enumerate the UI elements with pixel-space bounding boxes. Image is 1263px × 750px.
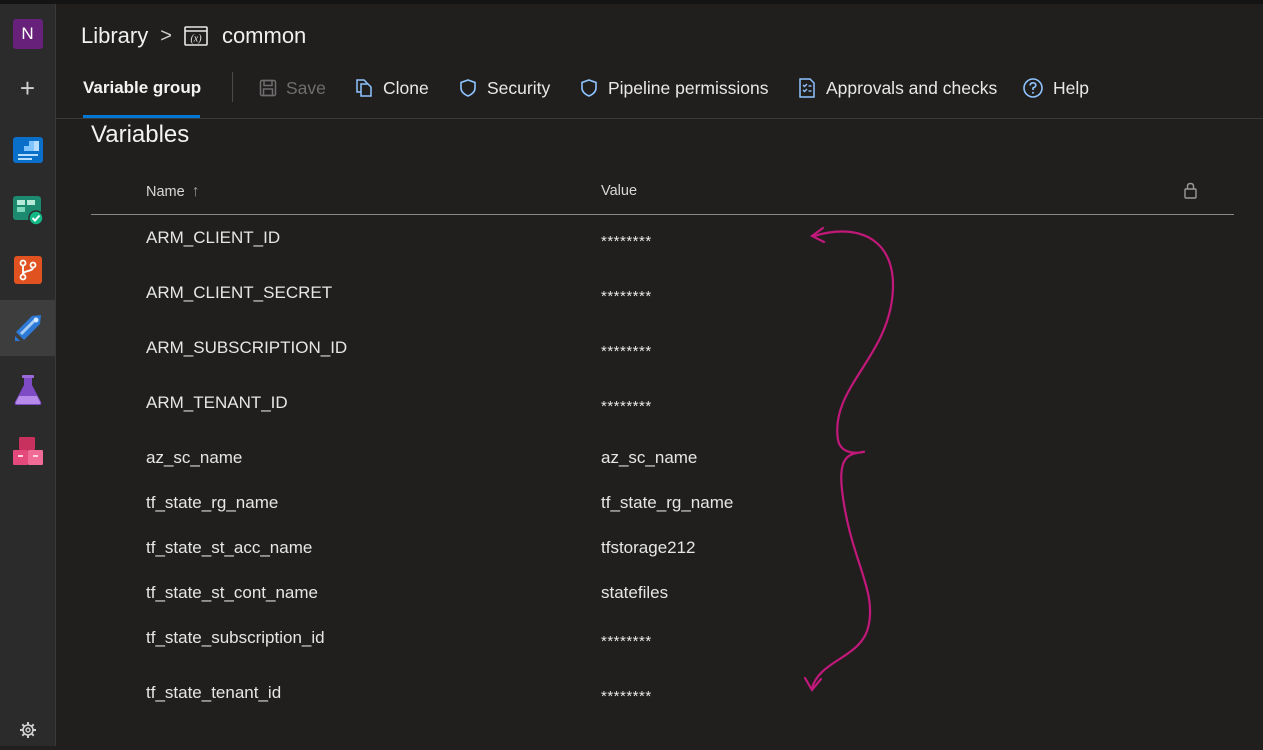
- value-column-header: Value: [601, 183, 637, 199]
- variable-name-cell: tf_state_rg_name: [146, 493, 279, 512]
- organization-avatar: N: [12, 19, 43, 49]
- breadcrumb: Library > (x) common: [81, 21, 306, 51]
- nav-overview[interactable]: [0, 122, 55, 178]
- name-column-header[interactable]: Name ↑: [146, 183, 200, 201]
- save-icon: [259, 79, 277, 97]
- variable-name-cell: ARM_CLIENT_SECRET: [146, 283, 333, 302]
- secret-value-cell: ********: [601, 688, 652, 705]
- table-row[interactable]: tf_state_subscription_id ********: [91, 626, 1234, 666]
- secret-value-cell: ********: [601, 633, 652, 650]
- plus-icon: +: [19, 73, 36, 103]
- tab-variable-group[interactable]: Variable group: [83, 78, 201, 98]
- clone-icon: [356, 79, 372, 97]
- variable-value-cell: tfstorage212: [601, 538, 696, 557]
- nav-boards[interactable]: [0, 182, 55, 238]
- value-header-label: Value: [601, 183, 638, 199]
- table-row[interactable]: tf_state_rg_name tf_state_rg_name: [91, 491, 1234, 531]
- help-icon: [1023, 78, 1043, 98]
- organization-button[interactable]: N: [0, 6, 55, 62]
- gear-icon: [19, 722, 36, 738]
- variable-name-cell: tf_state_tenant_id: [146, 683, 282, 702]
- name-header-label: Name: [146, 184, 185, 200]
- variable-group-icon: (x): [184, 26, 208, 46]
- variable-name-cell: tf_state_st_acc_name: [146, 538, 313, 557]
- active-tab-indicator: [83, 115, 200, 118]
- table-row[interactable]: ARM_CLIENT_ID ********: [91, 226, 1234, 266]
- variable-name-cell: tf_state_st_cont_name: [146, 583, 319, 602]
- secret-value-cell: ********: [601, 233, 652, 250]
- test-plans-icon: [14, 375, 41, 405]
- help-label: Help: [1053, 77, 1089, 98]
- nav-test-plans[interactable]: [0, 362, 55, 418]
- pipeline-permissions-label: Pipeline permissions: [608, 77, 769, 98]
- table-row[interactable]: az_sc_name az_sc_name: [91, 446, 1234, 486]
- clone-label: Clone: [383, 77, 429, 98]
- variables-title: Variables: [91, 121, 190, 148]
- new-item-button[interactable]: +: [0, 60, 55, 116]
- shield-icon: [581, 79, 597, 97]
- checklist-icon: [799, 78, 815, 98]
- window-top-edge: [0, 0, 1263, 4]
- breadcrumb-library-link[interactable]: Library: [81, 23, 148, 49]
- security-label: Security: [487, 77, 551, 98]
- secret-value-cell: ********: [601, 288, 652, 305]
- settings-button[interactable]: [0, 710, 55, 750]
- breadcrumb-separator: >: [160, 24, 172, 47]
- table-row[interactable]: tf_state_tenant_id ********: [91, 681, 1234, 721]
- variable-name-cell: ARM_TENANT_ID: [146, 393, 288, 412]
- breadcrumb-current: common: [221, 23, 307, 48]
- toolbar-divider: [232, 72, 233, 102]
- secret-value-cell: ********: [601, 398, 652, 415]
- svg-text:(x): (x): [190, 34, 202, 45]
- table-row[interactable]: ARM_SUBSCRIPTION_ID ********: [91, 336, 1234, 376]
- pipelines-icon: [14, 315, 41, 341]
- variable-value-cell: tf_state_rg_name: [601, 493, 734, 512]
- toolbar: Variable group Save Clone Security Pipel…: [55, 66, 1263, 119]
- shield-icon: [460, 79, 476, 97]
- nav-artifacts[interactable]: [0, 424, 55, 480]
- variable-name-cell: ARM_SUBSCRIPTION_ID: [146, 338, 348, 357]
- variable-value-cell: statefiles: [601, 583, 669, 602]
- secret-value-cell: ********: [601, 343, 652, 360]
- sort-ascending-icon: ↑: [191, 183, 200, 200]
- overview-icon: [12, 137, 43, 163]
- variable-name-cell: tf_state_subscription_id: [146, 628, 325, 647]
- variable-name-cell: ARM_CLIENT_ID: [146, 228, 281, 247]
- table-header-divider: [91, 214, 1234, 215]
- artifacts-icon: [12, 437, 43, 465]
- nav-pipelines[interactable]: [0, 300, 55, 356]
- nav-repos[interactable]: [0, 242, 55, 298]
- save-button[interactable]: Save: [259, 76, 326, 100]
- table-row[interactable]: tf_state_st_cont_name statefiles: [91, 581, 1234, 621]
- variable-value-cell: az_sc_name: [601, 448, 698, 467]
- table-row[interactable]: ARM_TENANT_ID ********: [91, 391, 1234, 431]
- repos-icon: [13, 256, 42, 284]
- approvals-and-checks-button[interactable]: Approvals and checks: [797, 76, 997, 100]
- boards-icon: [12, 196, 44, 226]
- lock-icon: [1184, 182, 1197, 199]
- variable-name-cell: az_sc_name: [146, 448, 243, 467]
- clone-button[interactable]: Clone: [354, 76, 429, 100]
- help-button[interactable]: Help: [1022, 76, 1089, 100]
- pipeline-permissions-button[interactable]: Pipeline permissions: [579, 76, 769, 100]
- table-row[interactable]: tf_state_st_acc_name tfstorage212: [91, 536, 1234, 576]
- table-row[interactable]: ARM_CLIENT_SECRET ********: [91, 281, 1234, 321]
- save-label: Save: [286, 77, 326, 98]
- approvals-label: Approvals and checks: [826, 77, 998, 98]
- left-nav-rail: N +: [0, 4, 56, 746]
- security-button[interactable]: Security: [458, 76, 550, 100]
